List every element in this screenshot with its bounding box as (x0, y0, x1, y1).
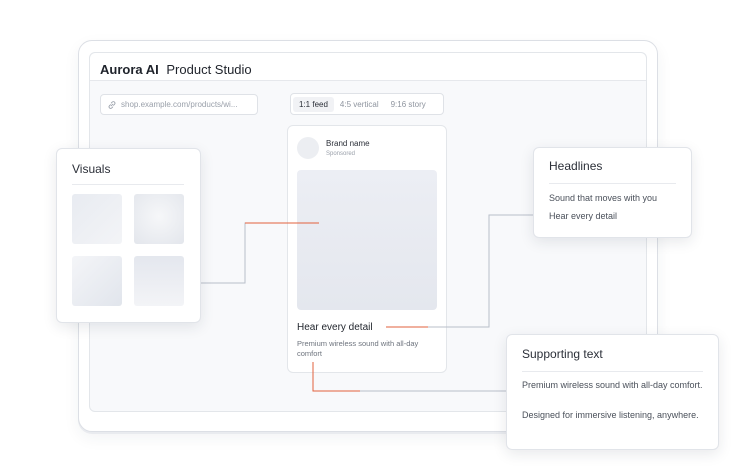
headlines-title: Headlines (549, 159, 603, 173)
visual-thumbnail[interactable] (134, 256, 184, 306)
headlines-connector (386, 214, 533, 328)
supporting-text-option[interactable]: Designed for immersive listening, anywhe… (522, 410, 707, 421)
visuals-title: Visuals (72, 162, 111, 176)
visuals-divider (72, 184, 184, 185)
supporting-connector-accent (312, 362, 360, 392)
visual-thumbnail[interactable] (134, 194, 184, 244)
visuals-connector (201, 222, 319, 284)
headlines-divider (549, 183, 676, 184)
headline-option[interactable]: Hear every detail (549, 211, 617, 221)
supporting-text-title: Supporting text (522, 347, 603, 361)
supporting-connector (312, 362, 506, 392)
visual-thumbnail[interactable] (72, 194, 122, 244)
headline-option[interactable]: Sound that moves with you (549, 193, 657, 203)
supporting-text-divider (522, 371, 703, 372)
supporting-text-option[interactable]: Premium wireless sound with all-day comf… (522, 380, 707, 391)
visual-thumbnail[interactable] (72, 256, 122, 306)
